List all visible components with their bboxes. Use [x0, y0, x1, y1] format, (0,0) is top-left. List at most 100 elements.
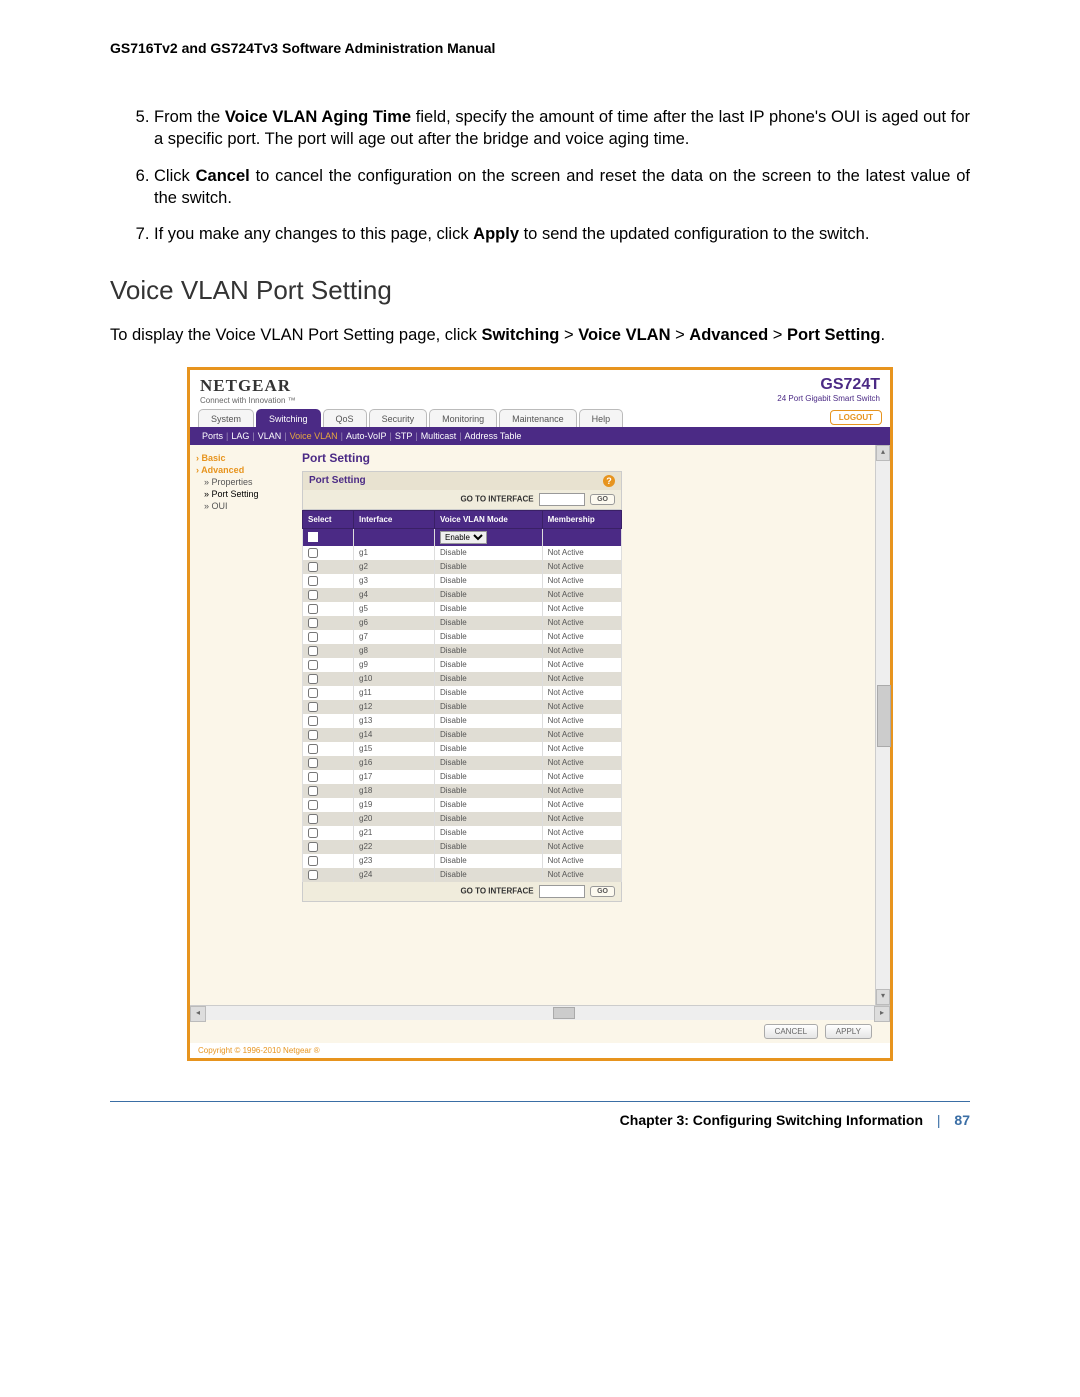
goto-label-bottom: GO TO INTERFACE: [460, 886, 533, 895]
subtab-voice-vlan[interactable]: Voice VLAN: [290, 431, 338, 441]
go-button-top[interactable]: GO: [590, 494, 615, 505]
row-checkbox[interactable]: [308, 618, 318, 628]
row-checkbox[interactable]: [308, 688, 318, 698]
row-checkbox[interactable]: [308, 744, 318, 754]
cell-membership: Not Active: [542, 714, 621, 728]
cell-membership: Not Active: [542, 798, 621, 812]
tab-monitoring[interactable]: Monitoring: [429, 409, 497, 427]
scroll-down-icon[interactable]: ▾: [876, 989, 890, 1005]
row-checkbox[interactable]: [308, 674, 318, 684]
subtab-multicast[interactable]: Multicast: [421, 431, 457, 441]
logo-tagline: Connect with Innovation ™: [200, 396, 296, 405]
tab-system[interactable]: System: [198, 409, 254, 427]
cell-mode: Disable: [435, 616, 543, 630]
row-checkbox[interactable]: [308, 548, 318, 558]
goto-input-bottom[interactable]: [539, 885, 585, 898]
go-button-bottom[interactable]: GO: [590, 886, 615, 897]
row-checkbox[interactable]: [308, 702, 318, 712]
scroll-up-icon[interactable]: ▴: [876, 445, 890, 461]
col-voice-vlan-mode: Voice VLAN Mode: [435, 510, 543, 528]
cell-mode: Disable: [435, 784, 543, 798]
subtab-vlan[interactable]: VLAN: [258, 431, 282, 441]
row-checkbox[interactable]: [308, 758, 318, 768]
cell-mode: Disable: [435, 840, 543, 854]
row-checkbox[interactable]: [308, 604, 318, 614]
table-row: g15DisableNot Active: [303, 742, 622, 756]
scroll-thumb[interactable]: [877, 685, 891, 747]
cell-membership: Not Active: [542, 840, 621, 854]
sidebar-cat-basic[interactable]: Basic: [196, 453, 296, 463]
subtab-ports[interactable]: Ports: [202, 431, 223, 441]
hscroll-thumb[interactable]: [553, 1007, 575, 1019]
cell-membership: Not Active: [542, 728, 621, 742]
mode-filter-select[interactable]: Enable: [440, 531, 487, 544]
help-icon[interactable]: ?: [603, 475, 615, 487]
subtab-auto-voip[interactable]: Auto-VoIP: [346, 431, 387, 441]
cell-membership: Not Active: [542, 700, 621, 714]
sidebar-cat-advanced[interactable]: Advanced: [196, 465, 296, 475]
sidebar-item-properties[interactable]: Properties: [204, 477, 296, 487]
port-table: SelectInterfaceVoice VLAN ModeMembership…: [302, 510, 622, 882]
vertical-scrollbar[interactable]: ▴ ▾: [875, 445, 890, 1005]
sidebar-item-port-setting[interactable]: Port Setting: [204, 489, 296, 499]
row-checkbox[interactable]: [308, 716, 318, 726]
scroll-right-icon[interactable]: ▸: [874, 1006, 890, 1022]
select-all-checkbox[interactable]: [308, 532, 318, 542]
model-name: GS724T: [777, 376, 880, 394]
cell-interface: g4: [354, 588, 435, 602]
row-checkbox[interactable]: [308, 632, 318, 642]
row-checkbox[interactable]: [308, 660, 318, 670]
table-row: g18DisableNot Active: [303, 784, 622, 798]
row-checkbox[interactable]: [308, 576, 318, 586]
cancel-button[interactable]: CANCEL: [764, 1024, 818, 1039]
subtab-address-table[interactable]: Address Table: [465, 431, 522, 441]
subtab-stp[interactable]: STP: [395, 431, 413, 441]
tab-maintenance[interactable]: Maintenance: [499, 409, 577, 427]
row-checkbox[interactable]: [308, 828, 318, 838]
table-row: g14DisableNot Active: [303, 728, 622, 742]
cell-mode: Disable: [435, 602, 543, 616]
cell-interface: g1: [354, 546, 435, 560]
row-checkbox[interactable]: [308, 856, 318, 866]
row-checkbox[interactable]: [308, 730, 318, 740]
row-checkbox[interactable]: [308, 590, 318, 600]
tab-switching[interactable]: Switching: [256, 409, 321, 427]
cell-mode: Disable: [435, 560, 543, 574]
sidebar-item-oui[interactable]: OUI: [204, 501, 296, 511]
cell-interface: g22: [354, 840, 435, 854]
row-checkbox[interactable]: [308, 786, 318, 796]
footer-sep: |: [937, 1112, 941, 1128]
cell-interface: g21: [354, 826, 435, 840]
table-row: g6DisableNot Active: [303, 616, 622, 630]
row-checkbox[interactable]: [308, 646, 318, 656]
row-checkbox[interactable]: [308, 800, 318, 810]
top-bar: NETGEAR Connect with Innovation ™ GS724T…: [190, 370, 890, 409]
subtab-lag[interactable]: LAG: [231, 431, 249, 441]
row-checkbox[interactable]: [308, 842, 318, 852]
col-interface: Interface: [354, 510, 435, 528]
scroll-left-icon[interactable]: ◂: [190, 1006, 206, 1022]
cell-interface: g19: [354, 798, 435, 812]
cell-mode: Disable: [435, 672, 543, 686]
cell-interface: g18: [354, 784, 435, 798]
row-checkbox[interactable]: [308, 870, 318, 880]
cell-membership: Not Active: [542, 742, 621, 756]
cell-membership: Not Active: [542, 602, 621, 616]
tab-security[interactable]: Security: [369, 409, 428, 427]
table-row: g12DisableNot Active: [303, 700, 622, 714]
tab-help[interactable]: Help: [579, 409, 624, 427]
cell-interface: g10: [354, 672, 435, 686]
row-checkbox[interactable]: [308, 772, 318, 782]
logout-button[interactable]: LOGOUT: [830, 410, 882, 425]
cell-interface: g12: [354, 700, 435, 714]
cell-mode: Disable: [435, 812, 543, 826]
apply-button[interactable]: APPLY: [825, 1024, 872, 1039]
row-checkbox[interactable]: [308, 562, 318, 572]
goto-input-top[interactable]: [539, 493, 585, 506]
tab-qos[interactable]: QoS: [323, 409, 367, 427]
horizontal-scrollbar[interactable]: ◂ ▸: [190, 1005, 890, 1020]
row-checkbox[interactable]: [308, 814, 318, 824]
table-row: g24DisableNot Active: [303, 868, 622, 882]
cell-interface: g2: [354, 560, 435, 574]
netgear-logo: NETGEAR: [200, 376, 291, 395]
